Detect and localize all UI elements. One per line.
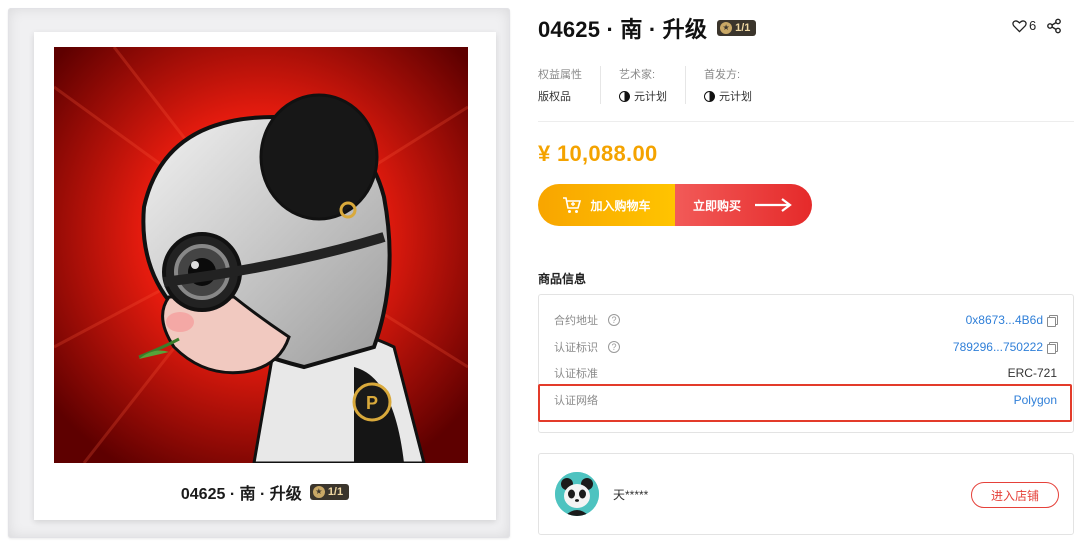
heart-icon [1012,19,1027,33]
artwork-mat: P 04625 · 南 · 升级 ★ 1/1 [34,32,496,520]
arrow-right-icon [755,198,792,212]
artwork-caption: 04625 · 南 · 升级 ★ 1/1 [34,480,496,504]
cart-icon [563,197,582,213]
edition-badge: ★ 1/1 [717,20,757,36]
meta-rights: 权益属性 版权品 [538,66,601,104]
meta-label: 权益属性 [538,69,582,81]
highlight-box [538,384,1072,422]
purchase-actions: 加入购物车 立即购买 [538,184,812,226]
favorite-button[interactable]: 6 [1012,18,1036,33]
meta-value: 元计划 [619,88,667,104]
yin-yang-icon [619,90,630,102]
meta-value-text: 元计划 [719,91,752,103]
meta-artist[interactable]: 艺术家: 元计划 [619,66,686,104]
meta-value: 元计划 [704,88,752,104]
help-icon[interactable]: ? [608,341,620,353]
product-title: 04625 · 南 · 升级 [538,17,708,42]
meta-value: 版权品 [538,88,582,104]
info-key: 认证标准 [554,365,598,381]
copy-icon[interactable] [1047,341,1058,354]
artwork-frame: P 04625 · 南 · 升级 ★ 1/1 [8,8,510,538]
contract-address[interactable]: 0x8673...4B6d [965,313,1058,327]
star-icon: ★ [720,22,733,34]
seller-name: 天***** [613,488,649,502]
info-key-text: 认证标识 [554,342,598,354]
info-key: 认证标识 ? [554,339,620,355]
info-row-token: 认证标识 ? 789296...750222 [554,336,1058,358]
info-key: 合约地址 ? [554,312,620,328]
share-icon[interactable] [1046,18,1062,34]
favorite-count: 6 [1029,18,1037,33]
product-title-row: 04625 · 南 · 升级 ★ 1/1 [538,12,757,44]
meta-value-text: 版权品 [538,91,571,103]
help-icon[interactable]: ? [608,314,620,326]
product-meta: 权益属性 版权品 艺术家: 元计划 首发方: 元计划 [538,66,788,104]
svg-text:P: P [366,393,378,413]
info-key-text: 合约地址 [554,315,598,327]
edition-text: 1/1 [327,486,344,498]
add-to-cart-button[interactable]: 加入购物车 [538,184,675,226]
meta-label: 首发方: [704,69,741,81]
edition-text: 1/1 [735,22,751,34]
divider [538,121,1074,122]
artwork-title: 04625 · 南 · 升级 [180,486,302,503]
panda-icon [555,472,599,516]
copy-icon[interactable] [1047,314,1058,327]
avatar[interactable] [555,472,599,516]
seller-card: 天***** 进入店铺 [538,453,1074,535]
info-key-text: 认证标准 [554,368,598,380]
meta-label: 艺术家: [619,69,656,81]
add-to-cart-label: 加入购物车 [590,198,651,213]
artwork-image[interactable]: P [54,47,468,463]
token-id[interactable]: 789296...750222 [952,340,1058,354]
enter-shop-button[interactable]: 进入店铺 [971,482,1059,508]
buy-now-button[interactable]: 立即购买 [675,184,812,226]
buy-now-label: 立即购买 [693,198,742,213]
info-value-text: 0x8673...4B6d [965,313,1043,327]
token-standard: ERC-721 [1007,366,1057,380]
yin-yang-icon [704,90,715,102]
info-row-standard: 认证标准 ERC-721 [554,362,1057,384]
edition-badge: ★ 1/1 [309,484,350,500]
price: ¥ 10,088.00 [538,141,658,166]
info-row-contract: 合约地址 ? 0x8673...4B6d [554,309,1058,331]
section-title: 商品信息 [538,272,587,286]
star-icon: ★ [312,486,325,498]
info-value-text: 789296...750222 [952,340,1043,354]
meta-value-text: 元计划 [634,91,667,103]
meta-issuer[interactable]: 首发方: 元计划 [704,66,770,104]
